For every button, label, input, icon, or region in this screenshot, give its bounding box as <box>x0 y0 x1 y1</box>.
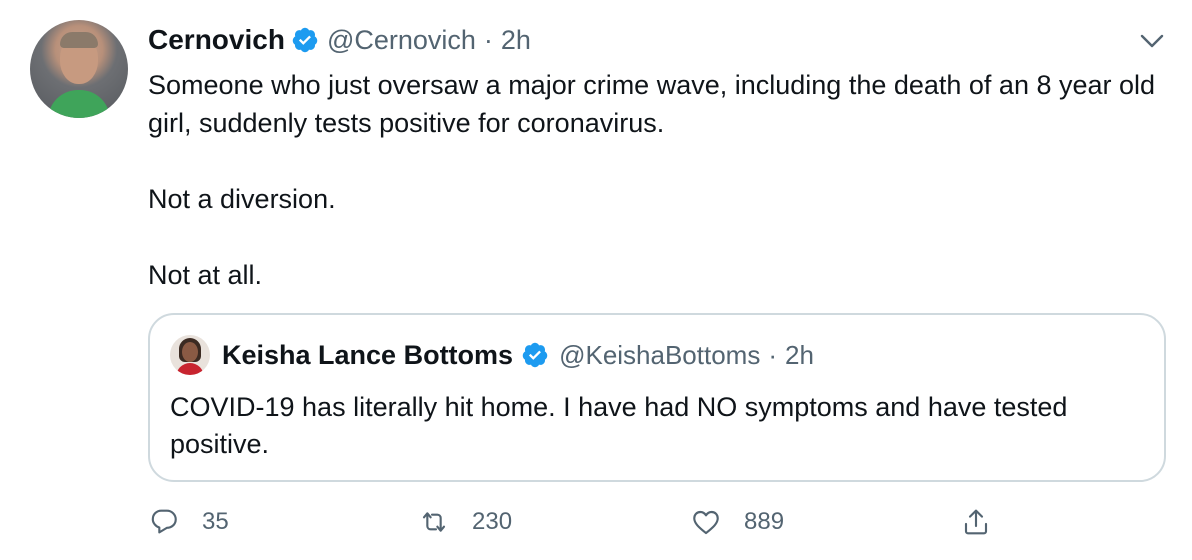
author-name[interactable]: Cernovich <box>148 24 285 56</box>
tweet-body-paragraph: Someone who just oversaw a major crime w… <box>148 70 1156 138</box>
verified-badge-icon <box>522 342 548 368</box>
reply-count: 35 <box>202 508 229 535</box>
quoted-tweet-header: Keisha Lance Bottoms @KeishaBottoms · 2h <box>170 335 814 375</box>
header-separator: · <box>483 24 493 55</box>
quoted-author-handle: @KeishaBottoms <box>559 339 761 370</box>
tweet-body-paragraph: Not at all. <box>148 260 263 290</box>
quoted-author-name: Keisha Lance Bottoms <box>222 339 514 370</box>
verified-badge-icon <box>292 27 318 53</box>
quoted-tweet-text: COVID-19 has literally hit home. I have … <box>170 392 1068 459</box>
tweet-header: Cernovich @Cernovich · 2h <box>148 22 531 58</box>
tweet[interactable]: Cernovich @Cernovich · 2h Someone who ju… <box>0 0 1192 560</box>
like-count: 889 <box>744 508 785 535</box>
share-button[interactable] <box>960 500 992 544</box>
heart-icon <box>693 510 719 535</box>
quoted-tweet-timestamp: 2h <box>785 339 814 370</box>
quoted-header-separator: · <box>768 339 778 370</box>
author-avatar[interactable] <box>30 20 128 118</box>
retweet-button[interactable]: 230 <box>418 500 512 544</box>
tweet-actions: 35 230 889 <box>148 500 1008 544</box>
chevron-down-icon[interactable] <box>1138 30 1166 52</box>
reply-button[interactable]: 35 <box>148 500 229 544</box>
share-icon <box>964 509 988 535</box>
reply-icon <box>151 509 177 534</box>
tweet-body-paragraph: Not a diversion. <box>148 184 336 214</box>
retweet-count: 230 <box>472 508 513 535</box>
retweet-icon <box>422 512 446 532</box>
tweet-timestamp[interactable]: 2h <box>501 25 531 56</box>
quoted-tweet[interactable]: Keisha Lance Bottoms @KeishaBottoms · 2h… <box>148 313 1166 482</box>
tweet-body: Someone who just oversaw a major crime w… <box>148 66 1168 294</box>
like-button[interactable]: 889 <box>690 500 784 544</box>
author-handle[interactable]: @Cernovich <box>327 25 476 56</box>
quoted-author-avatar <box>170 335 210 375</box>
